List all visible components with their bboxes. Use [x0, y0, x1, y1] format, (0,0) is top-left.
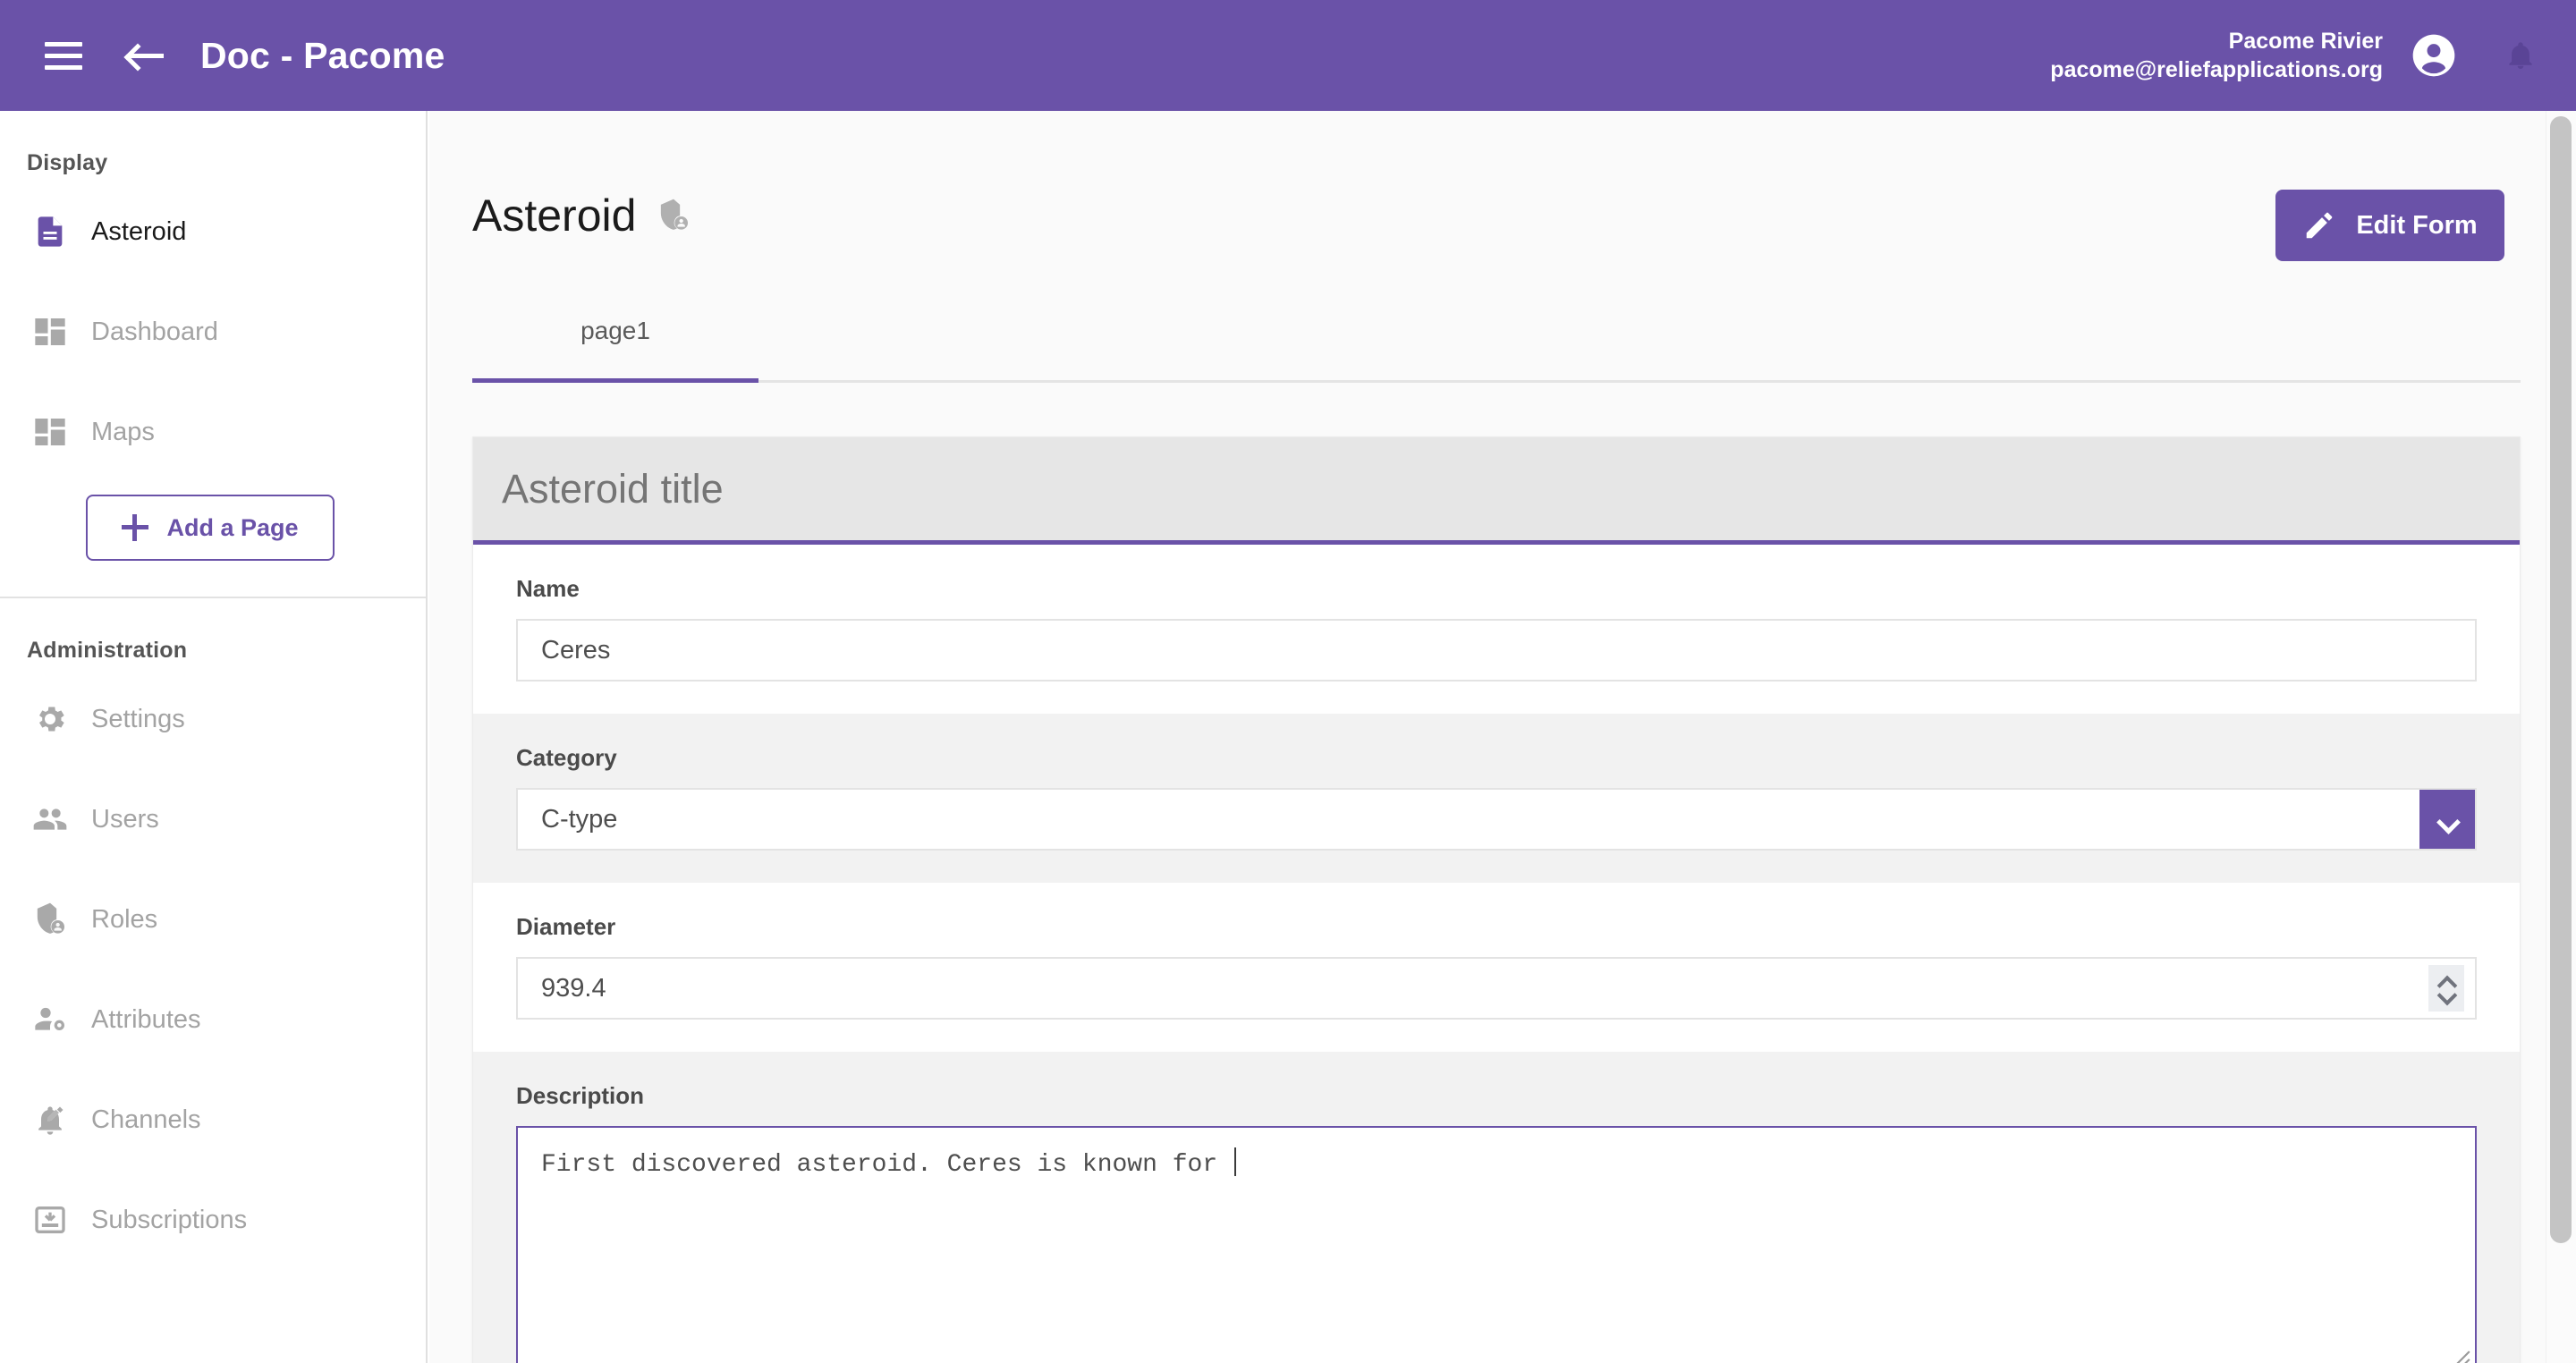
plus-icon: [122, 514, 149, 541]
dashboard-grid-icon: [35, 419, 65, 445]
page-title-row: Asteroid: [472, 190, 691, 241]
sidebar-item-channels[interactable]: Channels: [0, 1070, 426, 1170]
category-select-input[interactable]: [516, 788, 2477, 851]
sidebar-item-roles[interactable]: Roles: [0, 869, 426, 969]
user-info: Pacome Rivier pacome@reliefapplications.…: [2050, 27, 2383, 84]
inbox-arrow-down-icon: [35, 1206, 65, 1233]
chevron-down-icon[interactable]: [2437, 991, 2455, 1001]
form-title-input[interactable]: [502, 465, 2318, 512]
sidebar-item-attributes[interactable]: Attributes: [0, 969, 426, 1070]
sidebar-display-list: Asteroid Dashboard Maps: [0, 176, 426, 482]
edit-form-label: Edit Form: [2356, 210, 2478, 240]
diameter-stepper[interactable]: [2428, 965, 2464, 1012]
field-label-diameter: Diameter: [516, 913, 616, 940]
vertical-scrollbar-track[interactable]: [2546, 111, 2576, 1363]
user-email: pacome@reliefapplications.org: [2050, 57, 2383, 82]
sidebar-administration-list: Settings Users Roles Attributes Channels…: [0, 664, 426, 1270]
dashboard-grid-icon: [35, 318, 65, 345]
field-row-name: Name: [473, 545, 2520, 714]
back-arrow-icon: [126, 38, 165, 73]
app-title: Doc - Pacome: [200, 34, 445, 76]
field-row-diameter: Diameter: [473, 883, 2520, 1052]
sidebar-item-label: Maps: [91, 417, 155, 446]
sidebar-item-label: Subscriptions: [91, 1205, 248, 1234]
chevron-down-icon: [2437, 814, 2457, 825]
account-cog-icon: [35, 1007, 64, 1030]
form-card: Name Category Diameter: [472, 436, 2521, 1363]
notifications-bell-icon: [2509, 42, 2532, 69]
description-text: First discovered asteroid. Ceres is know…: [541, 1151, 1233, 1179]
add-page-wrapper: Add a Page: [0, 482, 426, 597]
add-page-label: Add a Page: [166, 513, 299, 541]
sidebar-item-settings[interactable]: Settings: [0, 669, 426, 769]
sidebar-item-users[interactable]: Users: [0, 769, 426, 869]
field-label-category: Category: [516, 744, 617, 771]
sidebar-item-subscriptions[interactable]: Subscriptions: [0, 1170, 426, 1270]
field-row-description: Description First discovered asteroid. C…: [473, 1052, 2520, 1363]
notifications-button[interactable]: [2485, 30, 2537, 81]
form-title-bar: [473, 437, 2520, 545]
main-header: Asteroid Edit Form: [429, 111, 2576, 261]
gear-icon: [39, 707, 64, 732]
vertical-scrollbar-thumb[interactable]: [2550, 116, 2572, 1243]
sidebar-section-display-label: Display: [27, 150, 108, 175]
user-name: Pacome Rivier: [2228, 29, 2383, 54]
back-button[interactable]: [120, 30, 172, 81]
category-select-wrapper: [516, 788, 2477, 851]
add-page-button[interactable]: Add a Page: [86, 495, 335, 561]
sidebar-item-label: Settings: [91, 704, 185, 733]
sidebar-item-label: Asteroid: [91, 216, 187, 246]
sidebar-item-maps[interactable]: Maps: [0, 382, 426, 482]
bell-edit-icon: [38, 1106, 64, 1135]
sidebar-section-administration-label: Administration: [27, 638, 188, 663]
diameter-number-wrapper: [516, 957, 2477, 1020]
sidebar-item-label: Attributes: [91, 1004, 201, 1034]
field-label-description: Description: [516, 1082, 645, 1109]
form-tabs: page1: [472, 313, 2521, 383]
sidebar-item-asteroid[interactable]: Asteroid: [0, 182, 426, 282]
sidebar: Display Asteroid Dashboard Maps Add a Pa…: [0, 111, 428, 1363]
shield-account-icon: [37, 902, 64, 934]
edit-form-button[interactable]: Edit Form: [2275, 190, 2504, 261]
form-document-icon: [38, 216, 63, 247]
field-row-category: Category: [473, 714, 2520, 883]
sidebar-item-dashboard[interactable]: Dashboard: [0, 282, 426, 382]
page-title: Asteroid: [472, 190, 637, 241]
category-dropdown-button[interactable]: [2419, 790, 2475, 849]
topbar-right-group: Pacome Rivier pacome@reliefapplications.…: [2050, 27, 2576, 84]
sidebar-item-label: Dashboard: [91, 317, 218, 346]
text-caret: [1233, 1147, 1236, 1176]
pencil-icon: [2307, 212, 2333, 239]
chevron-up-icon[interactable]: [2437, 976, 2455, 986]
description-textarea-wrapper: First discovered asteroid. Ceres is know…: [516, 1126, 2477, 1363]
diameter-input[interactable]: [516, 957, 2477, 1020]
topbar-left-group: Doc - Pacome: [0, 30, 445, 81]
hamburger-icon: [45, 41, 82, 70]
top-app-bar: Doc - Pacome Pacome Rivier pacome@relief…: [0, 0, 2576, 111]
tab-page1[interactable]: page1: [472, 313, 758, 383]
sidebar-item-label: Roles: [91, 904, 158, 934]
main-content: Asteroid Edit Form page1 Asteroid title …: [429, 111, 2576, 1363]
shield-account-icon[interactable]: [656, 196, 691, 235]
app-root: Doc - Pacome Pacome Rivier pacome@relief…: [0, 0, 2576, 1363]
sidebar-item-label: Channels: [91, 1105, 201, 1134]
sidebar-item-label: Users: [91, 804, 159, 834]
name-input[interactable]: [516, 619, 2477, 682]
field-label-name: Name: [516, 575, 580, 602]
description-textarea[interactable]: First discovered asteroid. Ceres is know…: [516, 1126, 2477, 1363]
account-circle-icon: [2412, 34, 2455, 77]
users-icon: [33, 808, 67, 830]
account-button[interactable]: [2408, 30, 2460, 81]
tab-label: page1: [580, 317, 650, 344]
menu-button[interactable]: [38, 30, 89, 81]
